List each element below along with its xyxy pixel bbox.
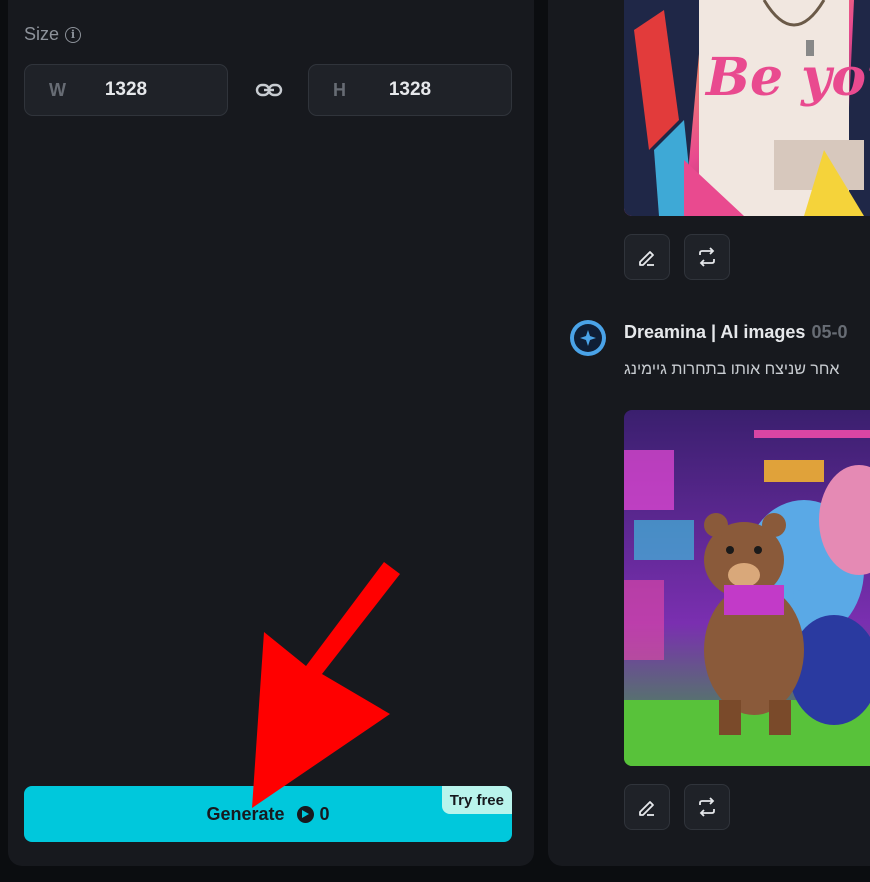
link-icon[interactable]: [254, 78, 284, 102]
generate-button[interactable]: Generate 0 Try free: [24, 786, 512, 842]
regenerate-button-2[interactable]: [684, 784, 730, 830]
results-feed: Be yours Dreamina | AI images05-0 אחר שנ…: [548, 0, 870, 866]
info-icon[interactable]: i: [65, 26, 82, 43]
prompt-text: אחר שניצח אותו בתחרות גיימינג: [624, 361, 840, 378]
edit-icon: [639, 801, 654, 816]
credit-value: 0: [319, 803, 330, 824]
size-label-text: Size: [24, 24, 60, 44]
credit-icon: [296, 805, 314, 823]
regenerate-button-1[interactable]: [684, 234, 730, 280]
generated-image-2[interactable]: [624, 410, 870, 766]
regenerate-icon: [699, 797, 715, 817]
edit-icon: [639, 251, 654, 266]
height-value: 1328: [388, 79, 432, 100]
edit-button-1[interactable]: [624, 234, 670, 280]
size-label: Size i: [24, 24, 82, 45]
width-input[interactable]: W 1328: [24, 64, 228, 116]
credit-count: 0: [296, 803, 330, 825]
height-input[interactable]: H 1328: [308, 64, 512, 116]
settings-panel: Size i W 1328 H 1328 Generate 0 Try free: [8, 0, 534, 866]
dreamina-avatar: [570, 320, 606, 356]
width-value: 1328: [104, 79, 148, 100]
message-date: 05-0: [811, 322, 848, 342]
image1-text: Be yours: [704, 47, 870, 108]
message-header: Dreamina | AI images 05-0: [624, 322, 847, 343]
edit-button-2[interactable]: [624, 784, 670, 830]
generate-label: Generate: [206, 803, 285, 824]
try-free-badge: Try free: [441, 786, 512, 814]
regenerate-icon: [699, 247, 715, 267]
generated-image-1[interactable]: Be yours: [624, 0, 870, 216]
sender-name: Dreamina | AI images: [624, 322, 806, 342]
dreamina-logo-icon: [580, 330, 596, 346]
